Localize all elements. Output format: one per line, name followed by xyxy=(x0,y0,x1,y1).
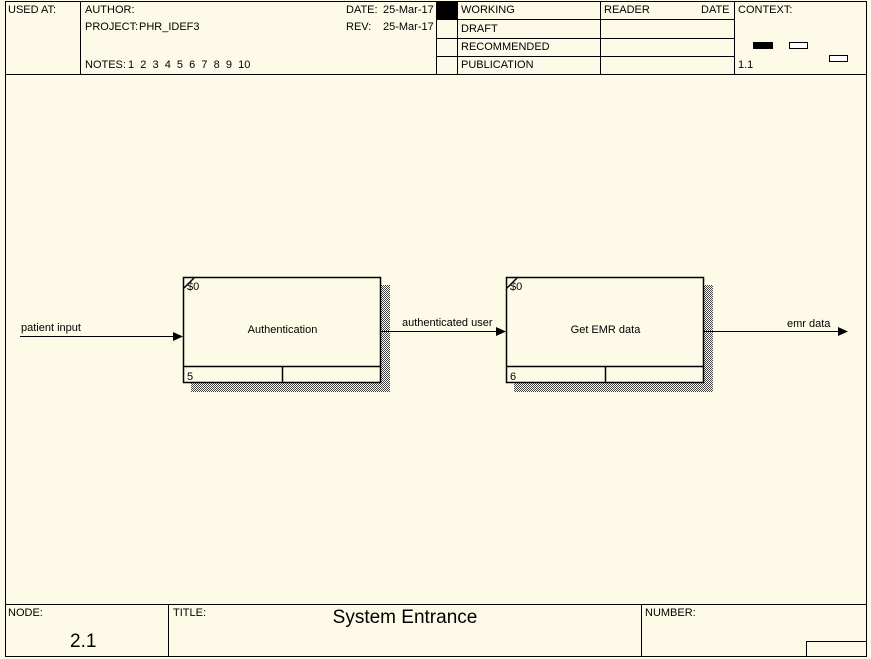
status-draft: DRAFT xyxy=(461,23,498,35)
idef3-diagram-frame: USED AT: AUTHOR: PROJECT: PHR_IDEF3 NOTE… xyxy=(0,0,871,659)
status-working: WORKING xyxy=(461,4,515,16)
number-label: NUMBER: xyxy=(645,607,696,619)
box-get-emr-data-number: 6 xyxy=(510,371,517,383)
context-label: CONTEXT: xyxy=(738,4,793,16)
box-get-emr-data-ref: $0 xyxy=(510,281,523,293)
arrow-label-patient-input[interactable]: patient input xyxy=(21,322,81,335)
project-label: PROJECT: xyxy=(85,21,139,33)
diagram-title: System Entrance xyxy=(332,607,478,628)
context-node: 1.1 xyxy=(738,59,754,71)
box-authentication-label[interactable]: Authentication xyxy=(184,324,381,337)
project-value: PHR_IDEF3 xyxy=(139,21,200,33)
author-label: AUTHOR: xyxy=(85,4,135,16)
reader-label: READER xyxy=(604,4,650,16)
notes-label: NOTES: xyxy=(85,59,126,71)
date-label: DATE: xyxy=(346,4,378,16)
arrow-label-authenticated-user[interactable]: authenticated user xyxy=(402,317,493,330)
box-authentication-ref: $0 xyxy=(187,281,200,293)
box-get-emr-data-label[interactable]: Get EMR data xyxy=(507,324,704,337)
reader-date-label: DATE xyxy=(701,4,730,16)
used-at-label: USED AT: xyxy=(8,4,57,16)
arrow-label-emr-data[interactable]: emr data xyxy=(787,318,830,331)
notes-numbers[interactable]: 1 2 3 4 5 6 7 8 9 10 xyxy=(128,59,250,72)
node-label: NODE: xyxy=(8,607,43,619)
rev-label: REV: xyxy=(346,21,372,33)
working-status-marker xyxy=(437,2,457,19)
status-recommended: RECOMMENDED xyxy=(461,41,550,53)
context-miniature xyxy=(753,42,848,62)
box-authentication-number: 5 xyxy=(187,371,194,383)
node-value: 2.1 xyxy=(70,631,97,652)
date-value: 25-Mar-17 xyxy=(383,4,434,16)
status-publication: PUBLICATION xyxy=(461,59,534,71)
rev-value: 25-Mar-17 xyxy=(383,21,434,33)
